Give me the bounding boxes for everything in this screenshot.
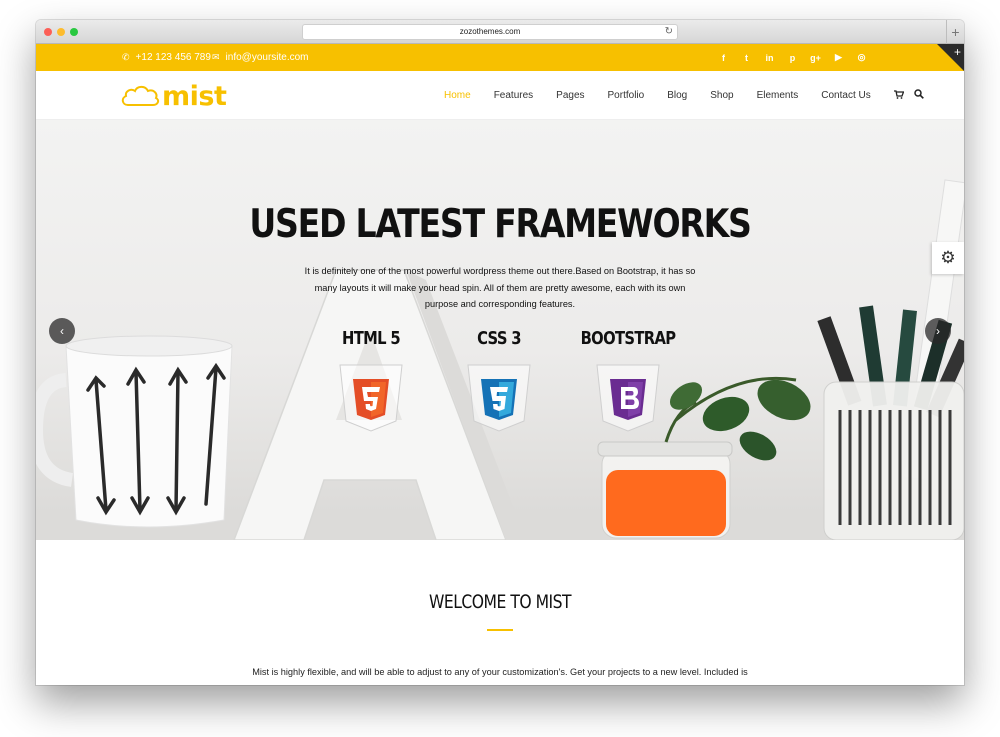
site-logo[interactable]: mist	[120, 80, 227, 112]
social-links: f t in p g+ ▶ ◎	[712, 44, 873, 71]
reload-icon[interactable]: ↻	[665, 25, 673, 39]
plus-icon[interactable]: +	[954, 45, 961, 59]
css3-icon	[466, 363, 532, 433]
dribbble-icon[interactable]: ◎	[850, 52, 873, 63]
framework-label: CSS 3	[477, 328, 522, 349]
address-url: zozothemes.com	[459, 27, 521, 36]
phone-contact[interactable]: ✆ +12 123 456 789	[122, 44, 211, 71]
browser-toolbar: zozothemes.com ↻ +	[36, 20, 964, 44]
bootstrap-icon	[595, 363, 661, 433]
google-plus-icon[interactable]: g+	[804, 53, 827, 63]
nav-contact-us[interactable]: Contact Us	[821, 90, 870, 101]
slider-prev-button[interactable]: ‹	[49, 318, 75, 344]
cloud-logo-icon	[121, 85, 160, 106]
welcome-text: Mist is highly flexible, and will be abl…	[252, 667, 748, 685]
nav-shop[interactable]: Shop	[710, 90, 733, 101]
envelope-icon: ✉	[212, 52, 220, 62]
youtube-icon[interactable]: ▶	[827, 52, 850, 63]
cart-icon[interactable]	[893, 89, 905, 102]
email-contact[interactable]: ✉ info@yoursite.com	[212, 44, 309, 71]
hero-title: USED LATEST FRAMEWORKS	[249, 202, 752, 247]
address-bar[interactable]: zozothemes.com ↻	[302, 24, 678, 40]
hero-slider: USED LATEST FRAMEWORKS It is definitely …	[36, 120, 964, 540]
nav-home[interactable]: Home	[444, 90, 471, 101]
main-nav: Home Features Pages Portfolio Blog Shop …	[444, 71, 934, 120]
nav-features[interactable]: Features	[494, 90, 533, 101]
welcome-section: WELCOME TO MIST Mist is highly flexible,…	[36, 540, 964, 685]
gear-icon[interactable]: ⚙	[932, 242, 964, 274]
linkedin-icon[interactable]: in	[758, 53, 781, 63]
facebook-icon[interactable]: f	[712, 53, 735, 63]
nav-pages[interactable]: Pages	[556, 90, 584, 101]
framework-bootstrap: BOOTSTRAP	[568, 328, 688, 433]
slider-next-button[interactable]: ›	[925, 318, 951, 344]
nav-portfolio[interactable]: Portfolio	[608, 90, 645, 101]
nav-blog[interactable]: Blog	[667, 90, 687, 101]
email-address: info@yoursite.com	[225, 52, 309, 63]
logo-text: mist	[162, 80, 227, 112]
title-divider	[487, 629, 513, 631]
minimize-window-button[interactable]	[57, 28, 65, 36]
maximize-window-button[interactable]	[70, 28, 78, 36]
site-header: mist Home Features Pages Portfolio Blog …	[36, 71, 964, 120]
framework-label: HTML 5	[342, 328, 401, 349]
nav-elements[interactable]: Elements	[757, 90, 799, 101]
framework-label: BOOTSTRAP	[580, 328, 676, 349]
close-window-button[interactable]	[44, 28, 52, 36]
html5-icon	[338, 363, 404, 433]
welcome-title: WELCOME TO MIST	[428, 591, 572, 613]
phone-number: +12 123 456 789	[135, 52, 211, 63]
hero-description: It is definitely one of the most powerfu…	[304, 266, 696, 309]
framework-css3: CSS 3	[454, 328, 544, 433]
top-contact-bar: ✆ +12 123 456 789 ✉ info@yoursite.com f t …	[36, 44, 964, 71]
search-icon[interactable]	[913, 89, 924, 102]
phone-icon: ✆	[122, 52, 130, 62]
twitter-icon[interactable]: t	[735, 53, 758, 63]
framework-html5: HTML 5	[326, 328, 416, 433]
new-tab-button[interactable]: +	[946, 20, 964, 44]
browser-window: zozothemes.com ↻ + ✆ +12 123 456 789 ✉ inf…	[36, 20, 964, 685]
pinterest-icon[interactable]: p	[781, 53, 804, 63]
